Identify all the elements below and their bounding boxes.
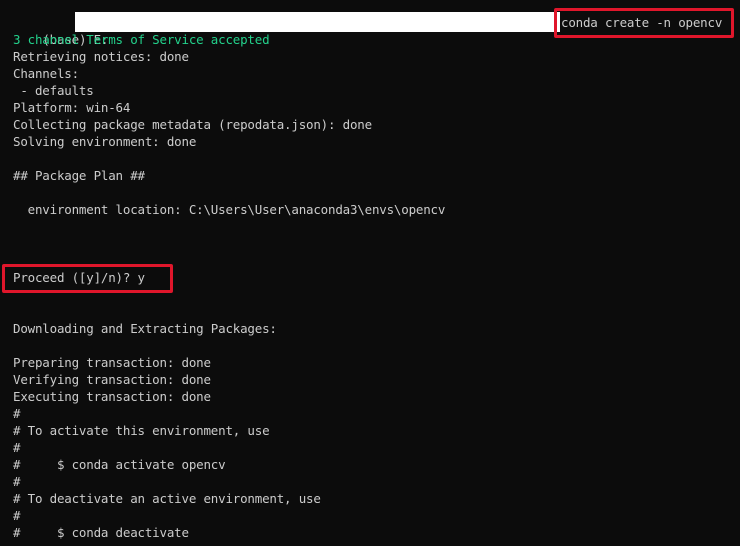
output-line: Platform: win-64 [13,100,131,115]
output-line: Solving environment: done [13,134,197,149]
output-line: - defaults [13,83,94,98]
comment-line: # [13,440,21,455]
comment-line: # [13,406,21,421]
output-line: Collecting package metadata (repodata.js… [13,117,372,132]
output-line: Preparing transaction: done [13,355,211,370]
output-line: Executing transaction: done [13,389,211,404]
environment-location-line: environment location: C:\Users\User\anac… [13,202,446,217]
comment-line: # To activate this environment, use [13,423,270,438]
comment-line: # [13,474,21,489]
terminal-window[interactable]: (base) E: conda create -n opencv 3 chann… [0,0,740,546]
comment-line: # [13,508,21,523]
command-highlight-box [554,8,734,38]
output-line: Retrieving notices: done [13,49,189,64]
output-line: Channels: [13,66,79,81]
deactivate-command-line: # $ conda deactivate [13,525,189,540]
proceed-highlight-box [2,264,173,293]
comment-line: # To deactivate an active environment, u… [13,491,321,506]
output-line: Downloading and Extracting Packages: [13,321,277,336]
output-line: Verifying transaction: done [13,372,211,387]
tos-accepted-line: 3 channel Terms of Service accepted [13,32,270,47]
redacted-path [75,12,560,32]
package-plan-heading: ## Package Plan ## [13,168,145,183]
activate-command-line: # $ conda activate opencv [13,457,226,472]
